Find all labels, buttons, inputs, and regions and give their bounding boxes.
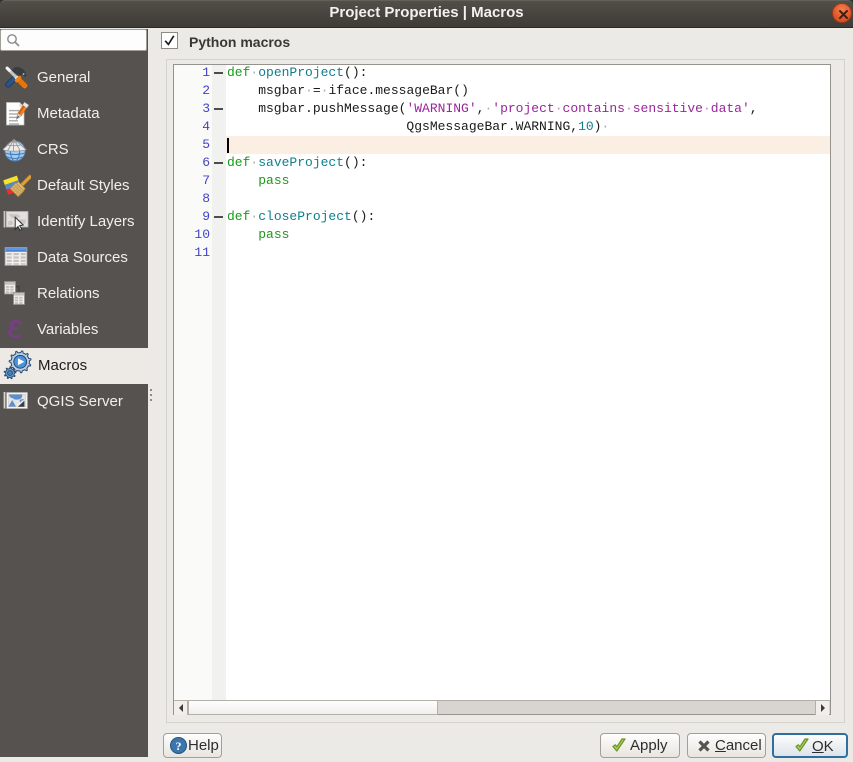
svg-text:?: ?	[176, 739, 182, 753]
